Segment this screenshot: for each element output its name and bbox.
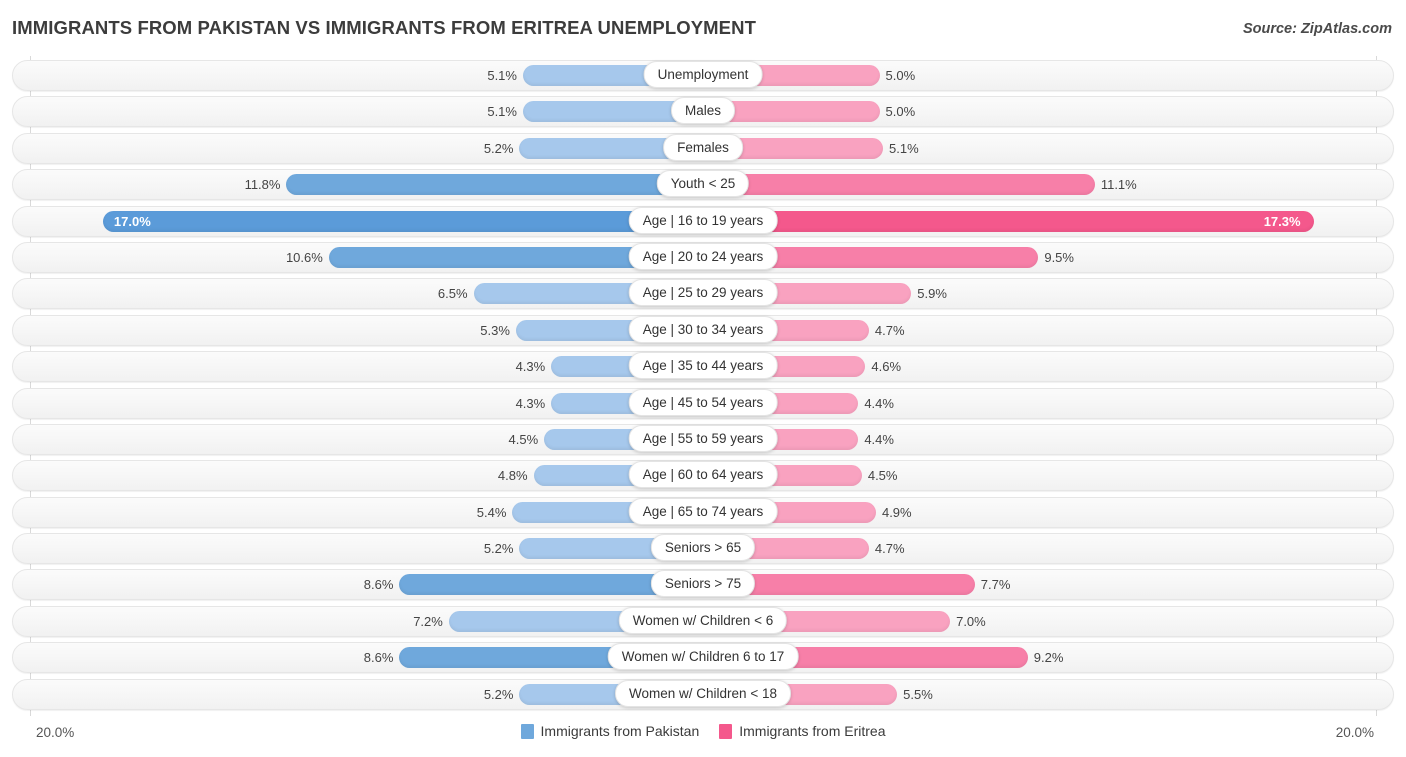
bar-left-pakistan	[102, 210, 703, 232]
category-label-pill: Unemployment	[643, 61, 763, 88]
legend-swatch-icon	[719, 723, 733, 739]
bar-row-list: 5.1% 5.0% Unemployment 5.1% 5.0% Males 5.2% 5.1…	[0, 60, 1406, 715]
value-label-right: 9.5%	[1044, 249, 1074, 265]
value-label-left: 4.3%	[515, 395, 546, 411]
legend-item[interactable]: Immigrants from Eritrea	[719, 723, 885, 739]
category-label-pill: Age | 35 to 44 years	[628, 352, 778, 380]
value-label-right: 9.2%	[1033, 650, 1064, 666]
table-row[interactable]: 6.5% 5.9% Age | 25 to 29 years	[0, 278, 1406, 310]
category-label-pill: Youth < 25	[656, 170, 750, 198]
value-label-left: 6.5%	[437, 286, 468, 302]
value-label-left: 4.8%	[497, 468, 528, 484]
bar-left-pakistan	[286, 174, 703, 196]
bar-right-eritrea	[703, 174, 1095, 196]
value-label-right: 4.7%	[874, 322, 905, 338]
category-label-pill: Females	[663, 133, 743, 161]
table-row[interactable]: 8.6% 7.7% Seniors > 75	[0, 569, 1406, 601]
table-row[interactable]: 5.3% 4.7% Age | 30 to 34 years	[0, 314, 1406, 346]
legend-label: Immigrants from Pakistan	[540, 723, 700, 739]
chart-legend: Immigrants from Pakistan Immigrants from …	[0, 723, 1406, 739]
table-row[interactable]: 5.1% 5.0% Unemployment	[0, 60, 1406, 91]
category-label-pill: Women w/ Children < 18	[615, 679, 791, 707]
value-label-left: 5.2%	[483, 686, 514, 702]
value-label-left: 11.8%	[244, 177, 281, 193]
table-row[interactable]: 8.6% 9.2% Women w/ Children 6 to 17	[0, 642, 1406, 674]
source-attribution: Source: ZipAtlas.com	[1242, 21, 1392, 37]
value-label-left: 5.1%	[487, 68, 517, 83]
value-label-left: 5.4%	[476, 504, 507, 520]
category-label-pill: Age | 55 to 59 years	[628, 424, 778, 452]
bar-right-eritrea	[703, 210, 1314, 232]
value-label-right: 4.5%	[867, 468, 898, 484]
category-label-pill: Women w/ Children 6 to 17	[607, 643, 799, 671]
value-label-right: 4.4%	[864, 431, 894, 447]
value-label-left: 5.2%	[483, 541, 514, 557]
category-label-pill: Women w/ Children < 6	[618, 606, 788, 634]
value-label-left: 5.2%	[483, 140, 514, 156]
value-label-left: 8.6%	[363, 650, 394, 666]
legend-swatch-icon	[520, 723, 534, 739]
table-row[interactable]: 7.2% 7.0% Women w/ Children < 6	[0, 605, 1406, 637]
category-label-pill: Age | 25 to 29 years	[628, 279, 778, 307]
table-row[interactable]: 5.2% 5.1% Females	[0, 132, 1406, 164]
table-row[interactable]: 5.4% 4.9% Age | 65 to 74 years	[0, 496, 1406, 528]
table-row[interactable]: 4.3% 4.6% Age | 35 to 44 years	[0, 351, 1406, 383]
chart-footer: 20.0% 20.0% Immigrants from Pakistan Immi…	[0, 716, 1406, 757]
value-label-right: 5.0%	[885, 68, 916, 83]
value-label-left: 4.5%	[508, 431, 539, 447]
table-row[interactable]: 11.8% 11.1% Youth < 25	[0, 169, 1406, 201]
value-label-right: 7.7%	[980, 577, 1011, 593]
value-label-left: 10.6%	[285, 249, 323, 265]
table-row[interactable]: 4.3% 4.4% Age | 45 to 54 years	[0, 387, 1406, 419]
value-label-left: 4.3%	[515, 359, 546, 375]
page-title: IMMIGRANTS FROM PAKISTAN VS IMMIGRANTS F…	[12, 17, 756, 38]
value-label-left: 17.0%	[113, 213, 151, 229]
value-label-right: 5.9%	[917, 286, 947, 302]
legend-label: Immigrants from Eritrea	[739, 723, 886, 739]
category-label-pill: Seniors > 65	[650, 534, 756, 562]
value-label-left: 8.6%	[363, 577, 394, 593]
value-label-right: 11.1%	[1100, 177, 1137, 193]
legend-item[interactable]: Immigrants from Pakistan	[520, 723, 700, 739]
value-label-left: 7.2%	[413, 613, 443, 629]
table-row[interactable]: 5.1% 5.0% Males	[0, 96, 1406, 128]
value-label-right: 4.6%	[871, 359, 902, 375]
category-label-pill: Age | 20 to 24 years	[628, 242, 778, 270]
value-label-right: 4.7%	[874, 541, 905, 557]
value-label-right: 7.0%	[956, 613, 986, 629]
category-label-pill: Seniors > 75	[650, 570, 756, 598]
category-label-pill: Age | 60 to 64 years	[628, 461, 778, 489]
value-label-right: 17.3%	[1263, 213, 1301, 229]
value-label-right: 5.1%	[889, 140, 919, 156]
value-label-right: 4.9%	[881, 504, 912, 520]
chart-plot-area: 5.1% 5.0% Unemployment 5.1% 5.0% Males 5.2% 5.1…	[0, 56, 1406, 716]
value-label-right: 5.0%	[885, 104, 916, 120]
table-row[interactable]: 4.8% 4.5% Age | 60 to 64 years	[0, 460, 1406, 492]
value-label-right: 4.4%	[864, 395, 894, 411]
table-row[interactable]: 5.2% 4.7% Seniors > 65	[0, 533, 1406, 565]
table-row[interactable]: 5.2% 5.5% Women w/ Children < 18	[0, 678, 1406, 710]
value-label-right: 5.5%	[903, 686, 933, 702]
value-label-left: 5.3%	[480, 322, 510, 338]
category-label-pill: Age | 30 to 34 years	[628, 315, 778, 343]
table-row[interactable]: 17.0% 17.3% Age | 16 to 19 years	[0, 205, 1406, 237]
category-label-pill: Males	[670, 97, 736, 125]
category-label-pill: Age | 65 to 74 years	[628, 497, 778, 525]
chart-header: IMMIGRANTS FROM PAKISTAN VS IMMIGRANTS F…	[0, 0, 1406, 52]
table-row[interactable]: 10.6% 9.5% Age | 20 to 24 years	[0, 241, 1406, 273]
category-label-pill: Age | 16 to 19 years	[628, 206, 778, 234]
category-label-pill: Age | 45 to 54 years	[628, 388, 778, 416]
table-row[interactable]: 4.5% 4.4% Age | 55 to 59 years	[0, 423, 1406, 455]
value-label-left: 5.1%	[487, 104, 517, 120]
